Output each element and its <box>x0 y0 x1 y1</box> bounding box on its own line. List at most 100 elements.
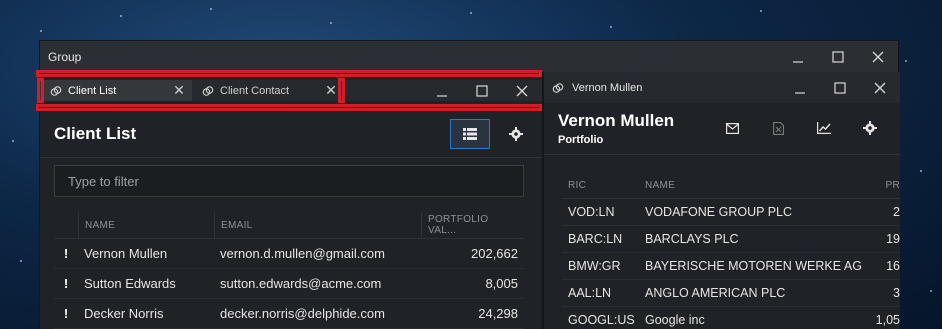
page-title: Client List <box>54 123 137 143</box>
group-window: Group Client List ✕ Client Contact ✕ Cli… <box>36 40 900 329</box>
ric: BMW:GR <box>568 259 621 273</box>
filter-input[interactable]: Type to filter <box>54 165 524 197</box>
close-button[interactable] <box>502 80 542 101</box>
column-header-name[interactable]: NAME <box>639 172 876 198</box>
link-icon <box>50 85 62 96</box>
excel-icon <box>772 121 784 135</box>
minimize-button[interactable] <box>780 72 820 103</box>
close-button[interactable] <box>860 72 900 103</box>
group-title: Group <box>48 49 82 64</box>
instrument-name: ANGLO AMERICAN PLC <box>645 286 786 300</box>
price: 2 <box>893 205 900 219</box>
portfolio-window-title: Vernon Mullen <box>572 81 643 94</box>
portfolio-titlebar[interactable]: Vernon Mullen <box>544 72 900 103</box>
table-row[interactable]: AAL:LN ANGLO AMERICAN PLC 3 <box>562 280 900 307</box>
table-row[interactable]: ! Vernon Mullen vernon.d.mullen@gmail.co… <box>54 239 524 269</box>
tab-label: Client List <box>68 84 117 97</box>
minimize-icon <box>437 94 447 97</box>
tab-close-button[interactable]: ✕ <box>324 82 338 99</box>
maximize-button[interactable] <box>818 41 858 72</box>
column-header-email[interactable]: EMAIL <box>214 212 421 238</box>
ric: VOD:LN <box>568 205 615 219</box>
portfolio-value: 24,298 <box>478 306 518 321</box>
maximize-icon <box>832 50 844 63</box>
grid-header: RIC NAME PR <box>562 172 900 199</box>
table-row[interactable]: GOOGL:US Google inc 1,05 <box>562 307 900 329</box>
minimize-button[interactable] <box>422 80 462 101</box>
settings-button[interactable] <box>496 119 536 149</box>
group-titlebar[interactable]: Group <box>40 41 898 72</box>
column-header-ric[interactable]: RIC <box>562 172 639 198</box>
column-header-name[interactable]: NAME <box>78 212 214 238</box>
grid-header: NAME EMAIL PORTFOLIO VAL... <box>54 212 524 239</box>
close-button[interactable] <box>858 41 898 72</box>
tab-strip: Client List ✕ Client Contact ✕ <box>37 78 542 103</box>
close-icon <box>874 82 886 93</box>
link-icon <box>202 85 214 96</box>
portfolio-value: 202,662 <box>471 246 518 261</box>
minimize-icon <box>795 91 805 94</box>
client-grid: NAME EMAIL PORTFOLIO VAL... ! Vernon Mul… <box>54 212 524 329</box>
email-button[interactable] <box>712 113 752 143</box>
list-view-icon <box>463 127 477 140</box>
portfolio-window-controls <box>780 72 900 103</box>
tab-close-button[interactable]: ✕ <box>172 82 186 99</box>
table-row[interactable]: BMW:GR BAYERISCHE MOTOREN WERKE AG 16 <box>562 253 900 280</box>
instrument-name: Google inc <box>645 313 705 327</box>
settings-icon <box>509 126 523 141</box>
settings-button[interactable] <box>850 113 890 143</box>
drop-target-highlight-left <box>37 78 44 103</box>
portfolio-value: 8,005 <box>485 276 518 291</box>
client-email: vernon.d.mullen@gmail.com <box>220 246 385 261</box>
list-view-button[interactable] <box>450 118 490 149</box>
ric: BARC:LN <box>568 232 623 246</box>
price: 1,05 <box>876 313 900 327</box>
price: 3 <box>893 286 900 300</box>
ric: GOOGL:US <box>568 313 635 327</box>
holdings-grid: RIC NAME PR VOD:LN VODAFONE GROUP PLC 2 … <box>562 172 900 329</box>
column-header-portfolio-value[interactable]: PORTFOLIO VAL... <box>421 212 524 238</box>
portfolio-pane: Vernon Mullen Vernon Mullen Portfolio RI… <box>542 72 900 329</box>
settings-icon <box>863 121 877 135</box>
chart-icon <box>817 122 831 134</box>
minimize-icon <box>793 60 803 63</box>
client-name-title: Vernon Mullen <box>558 111 675 130</box>
tab-label: Client Contact <box>220 84 290 97</box>
drop-target-highlight-top <box>36 70 542 77</box>
tab-client-contact[interactable]: Client Contact ✕ <box>192 80 344 101</box>
pane-header: Client List <box>40 110 542 158</box>
pane-window-controls <box>422 80 542 101</box>
client-list-pane: Client List ✕ Client Contact ✕ Client Li… <box>36 70 542 329</box>
instrument-name: BAYERISCHE MOTOREN WERKE AG <box>645 259 862 273</box>
client-name: Vernon Mullen <box>84 246 168 261</box>
price: 16 <box>886 259 900 273</box>
price: 19 <box>886 232 900 246</box>
column-header-price[interactable]: PR <box>876 172 900 198</box>
instrument-name: BARCLAYS PLC <box>645 232 739 246</box>
portfolio-header: Vernon Mullen Portfolio <box>544 103 900 155</box>
maximize-icon <box>834 81 846 94</box>
link-icon <box>552 82 564 94</box>
client-email: decker.norris@delphide.com <box>220 306 385 321</box>
drop-target-highlight-right <box>338 78 345 103</box>
table-row[interactable]: ! Sutton Edwards sutton.edwards@acme.com… <box>54 269 524 299</box>
maximize-button[interactable] <box>820 72 860 103</box>
export-excel-button[interactable] <box>758 113 798 143</box>
maximize-icon <box>476 84 488 97</box>
table-row[interactable]: VOD:LN VODAFONE GROUP PLC 2 <box>562 199 900 226</box>
table-row[interactable]: BARC:LN BARCLAYS PLC 19 <box>562 226 900 253</box>
client-name: Sutton Edwards <box>84 276 176 291</box>
close-icon <box>516 85 528 96</box>
minimize-button[interactable] <box>778 41 818 72</box>
maximize-button[interactable] <box>462 80 502 101</box>
table-row[interactable]: ! Decker Norris decker.norris@delphide.c… <box>54 299 524 329</box>
email-icon <box>725 122 739 134</box>
tab-client-list[interactable]: Client List ✕ <box>40 80 192 101</box>
alert-flag: ! <box>63 276 69 291</box>
client-name: Decker Norris <box>84 306 164 321</box>
chart-button[interactable] <box>804 113 844 143</box>
portfolio-subtitle: Portfolio <box>558 134 604 146</box>
instrument-name: VODAFONE GROUP PLC <box>645 205 793 219</box>
close-icon <box>872 51 884 62</box>
alert-flag: ! <box>63 246 69 261</box>
